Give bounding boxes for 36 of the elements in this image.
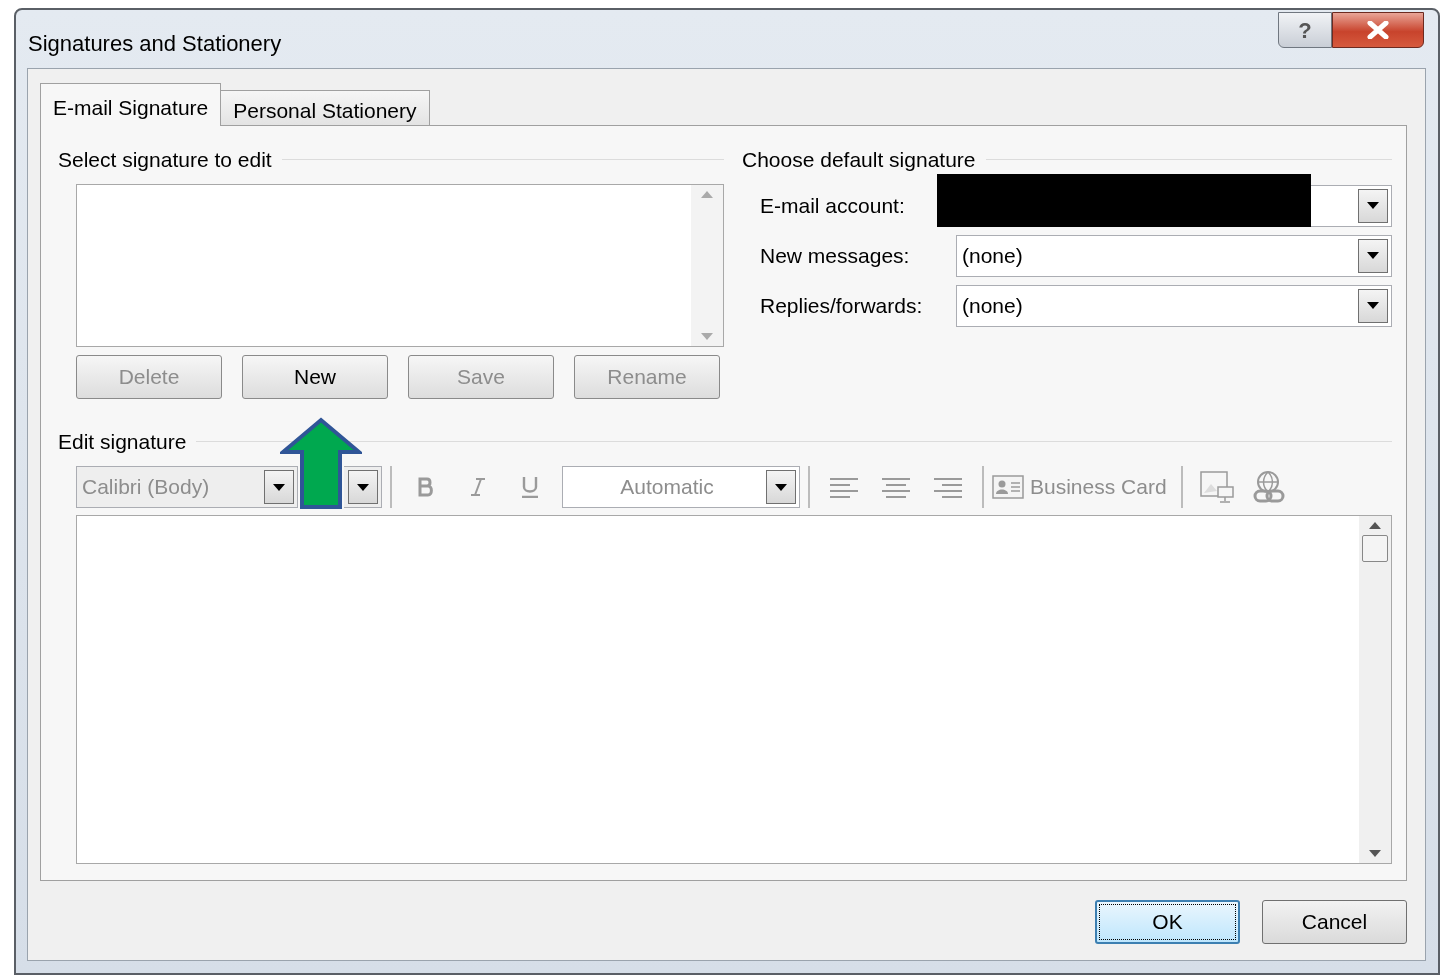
dropdown[interactable]: (none): [956, 284, 1392, 327]
tab[interactable]: Personal Stationery: [220, 90, 430, 126]
section-heading: Edit signature: [58, 428, 187, 455]
dropdown-button[interactable]: [1358, 188, 1388, 223]
section-heading: Select signature to edit: [58, 147, 272, 173]
field-label: E-mail account:: [760, 192, 906, 219]
field-label: Replies/forwards:: [760, 292, 924, 319]
dropdown-value: (none): [962, 292, 1023, 319]
caret-icon: [1367, 202, 1379, 209]
tab[interactable]: E-mail Signature: [40, 83, 222, 126]
dropdown-value: Calibri (Body): [82, 474, 210, 501]
scrollbar[interactable]: [1359, 516, 1391, 863]
help-button[interactable]: ?: [1278, 12, 1332, 48]
scroll-up-icon[interactable]: [1369, 522, 1381, 529]
dropdown-value: (none): [962, 242, 1023, 269]
dropdown[interactable]: [1311, 184, 1392, 227]
scroll-down-icon[interactable]: [1369, 850, 1381, 857]
section-heading: Choose default signature: [742, 147, 976, 173]
caret-icon: [1367, 252, 1379, 259]
button[interactable]: OK: [1095, 900, 1240, 944]
field-label: New messages:: [760, 242, 911, 269]
close-icon: [1367, 21, 1389, 39]
button[interactable]: Cancel: [1262, 900, 1407, 944]
caret-icon: [775, 483, 787, 491]
scroll-thumb[interactable]: [1362, 535, 1388, 562]
dropdown-value: Automatic: [619, 474, 715, 501]
window-title: Signatures and Stationery: [28, 30, 283, 58]
caret-icon: [273, 483, 285, 491]
caret-icon: [1367, 302, 1379, 309]
dropdown-button[interactable]: [1358, 288, 1388, 323]
close-button[interactable]: [1332, 12, 1424, 48]
contact-card-icon: [992, 475, 1024, 499]
dropdown[interactable]: (none): [956, 234, 1392, 277]
button[interactable]: New: [242, 354, 388, 399]
caret-icon: [357, 483, 369, 491]
dropdown-button[interactable]: [1358, 238, 1388, 273]
